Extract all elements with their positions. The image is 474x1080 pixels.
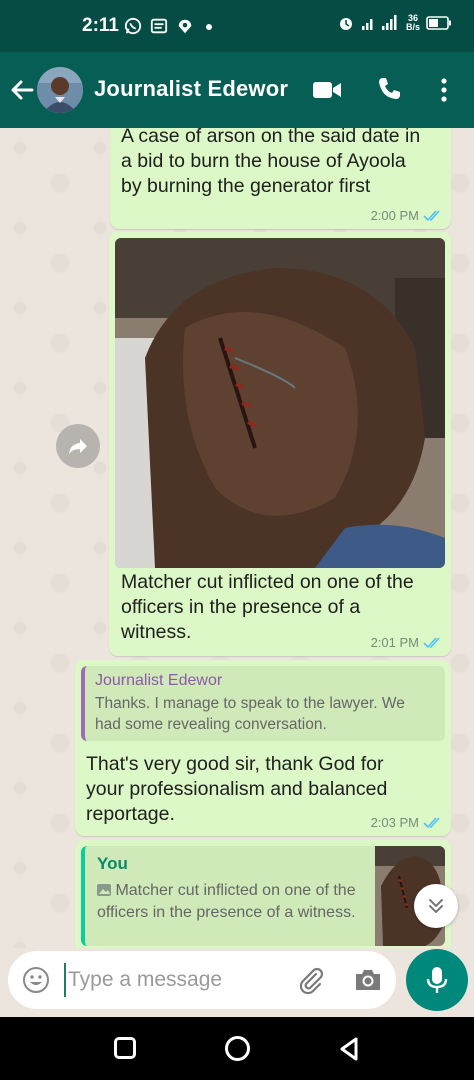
scroll-to-bottom-button[interactable] bbox=[414, 884, 458, 928]
quoted-message[interactable]: You Matcher cut inflicted on one of the … bbox=[81, 846, 445, 946]
chat-header: Journalist Edewor bbox=[0, 52, 474, 128]
status-indicators: 36 B/s bbox=[338, 14, 452, 32]
message-time: 2:00 PM bbox=[370, 208, 419, 223]
recent-apps-button[interactable] bbox=[114, 1037, 136, 1059]
network-speed: 36 B/s bbox=[405, 13, 420, 32]
double-chevron-down-icon bbox=[429, 899, 443, 913]
read-ticks-icon bbox=[423, 816, 440, 828]
camera-icon[interactable] bbox=[353, 966, 383, 994]
forward-button[interactable] bbox=[56, 424, 100, 468]
quoted-sender: You bbox=[97, 854, 128, 873]
message-notification-icon bbox=[150, 18, 168, 34]
video-call-icon[interactable] bbox=[312, 78, 342, 102]
attachment-icon[interactable] bbox=[296, 965, 326, 995]
status-bar: 2:11 36 B/s bbox=[0, 0, 474, 52]
message-composer bbox=[8, 951, 396, 1009]
app-notification-icon bbox=[178, 19, 192, 34]
signal-icon bbox=[361, 15, 397, 30]
quoted-message[interactable]: Journalist Edewor Thanks. I manage to sp… bbox=[81, 666, 445, 741]
wound-photo[interactable] bbox=[115, 238, 445, 568]
voice-call-icon[interactable] bbox=[375, 75, 403, 103]
reply-message-bubble[interactable]: Journalist Edewor Thanks. I manage to sp… bbox=[75, 660, 451, 836]
quoted-text: Matcher cut inflicted on one of the offi… bbox=[97, 882, 356, 921]
message-time: 2:01 PM bbox=[370, 635, 419, 650]
read-ticks-icon bbox=[423, 636, 440, 648]
status-time: 2:11 bbox=[82, 15, 119, 36]
photo-icon bbox=[97, 884, 111, 896]
message-input[interactable] bbox=[64, 963, 284, 997]
system-navigation-bar bbox=[0, 1017, 474, 1080]
whatsapp-notification-icon bbox=[124, 17, 142, 35]
emoji-icon[interactable] bbox=[22, 966, 50, 994]
microphone-icon bbox=[426, 967, 448, 993]
alarm-icon bbox=[339, 18, 352, 30]
forward-icon bbox=[69, 439, 87, 454]
back-arrow-icon[interactable] bbox=[8, 76, 36, 104]
battery-icon bbox=[426, 16, 451, 30]
contact-avatar[interactable] bbox=[37, 67, 83, 113]
system-back-button[interactable] bbox=[337, 1036, 361, 1062]
image-caption: Matcher cut inflicted on one of the offi… bbox=[121, 571, 414, 643]
image-message-bubble[interactable]: Matcher cut inflicted on one of the offi… bbox=[109, 232, 451, 656]
chat-area[interactable]: A case of arson on the said date in a bi… bbox=[0, 128, 474, 948]
quoted-text: Thanks. I manage to speak to the lawyer.… bbox=[95, 695, 405, 733]
message-meta: 2:01 PM bbox=[371, 635, 443, 650]
message-time: 2:03 PM bbox=[370, 815, 419, 830]
contact-name[interactable]: Journalist Edewor bbox=[94, 76, 288, 102]
message-bubble[interactable]: A case of arson on the said date in a bi… bbox=[110, 128, 451, 229]
reply-message-bubble[interactable]: You Matcher cut inflicted on one of the … bbox=[75, 840, 451, 948]
message-meta: 2:00 PM bbox=[371, 208, 443, 223]
more-notifications-dot bbox=[206, 24, 212, 30]
home-button[interactable] bbox=[225, 1036, 250, 1061]
read-ticks-icon bbox=[423, 209, 440, 221]
message-meta: 2:03 PM bbox=[371, 815, 443, 830]
voice-message-button[interactable] bbox=[406, 949, 468, 1011]
more-options-icon[interactable] bbox=[432, 76, 456, 104]
quoted-sender: Journalist Edewor bbox=[95, 672, 223, 689]
message-text: A case of arson on the said date in a bi… bbox=[121, 128, 421, 197]
